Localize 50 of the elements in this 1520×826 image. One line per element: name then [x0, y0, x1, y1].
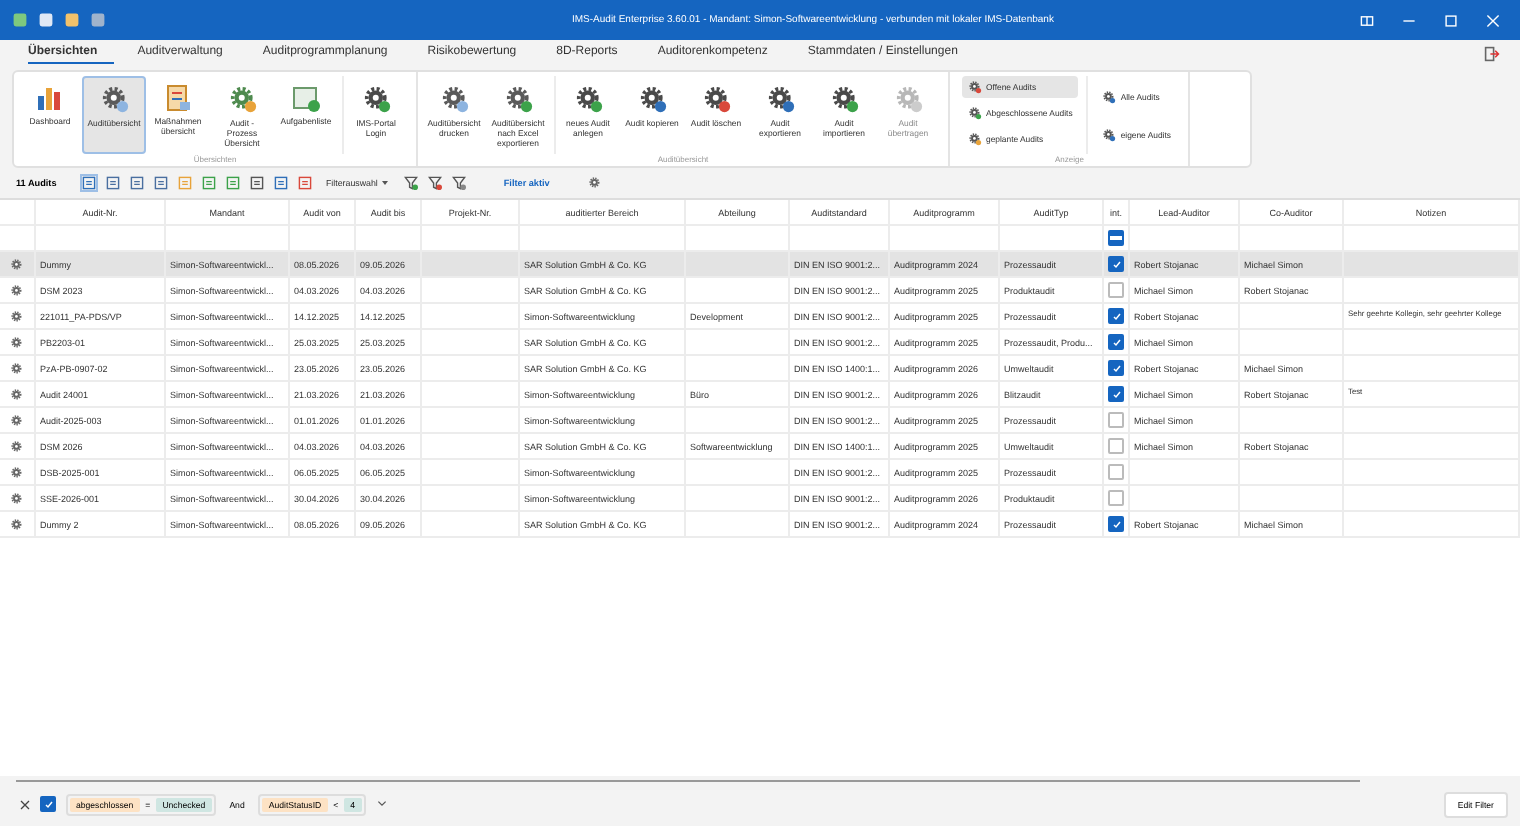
- close-icon[interactable]: [20, 799, 30, 809]
- checkbox[interactable]: [1108, 464, 1124, 480]
- gear-icon: [227, 84, 257, 114]
- checkbox[interactable]: [1108, 282, 1124, 298]
- caret-icon: [379, 177, 390, 187]
- bar-chart-icon: [36, 84, 64, 112]
- gear-icon: [701, 84, 731, 114]
- scroll-bar[interactable]: [16, 780, 1360, 782]
- toolbar-icon[interactable]: [106, 175, 120, 189]
- gear-icon: [893, 84, 923, 114]
- gear-icon: [573, 84, 603, 114]
- gear-icon: [361, 84, 391, 114]
- layout-icon[interactable]: [1360, 13, 1374, 27]
- maximize-icon[interactable]: [1444, 13, 1458, 27]
- exit-icon[interactable]: [1484, 45, 1500, 61]
- checkbox[interactable]: [1108, 334, 1124, 350]
- toolbar-icon[interactable]: [298, 175, 312, 189]
- clipboard-icon: [164, 84, 192, 112]
- checkbox[interactable]: [1108, 230, 1124, 246]
- toolbar-icon[interactable]: [154, 175, 168, 189]
- checkbox[interactable]: [1108, 490, 1124, 506]
- gear-icon: [439, 84, 469, 114]
- filter-icon[interactable]: [451, 175, 466, 189]
- checkbox[interactable]: [1108, 516, 1124, 532]
- filter-icon[interactable]: [427, 175, 442, 189]
- gear-icon: [1102, 89, 1117, 103]
- toolbar-icon[interactable]: [226, 175, 240, 189]
- gear-icon: [829, 84, 859, 114]
- checkbox[interactable]: [1108, 386, 1124, 402]
- checkbox[interactable]: [40, 796, 56, 812]
- toolbar-icon[interactable]: [130, 175, 144, 189]
- checkbox[interactable]: [1108, 308, 1124, 324]
- list-icon: [292, 84, 320, 112]
- toolbar-icon[interactable]: [82, 175, 96, 189]
- checkbox[interactable]: [1108, 256, 1124, 272]
- settings-icon[interactable]: [587, 175, 602, 189]
- gear-icon: [765, 84, 795, 114]
- chevron-down-icon[interactable]: [375, 798, 388, 810]
- checkbox[interactable]: [1108, 438, 1124, 454]
- toolbar-icon[interactable]: [202, 175, 216, 189]
- toolbar-icon[interactable]: [274, 175, 288, 189]
- table-row[interactable]: [0, 304, 1520, 330]
- gear-icon: [637, 84, 667, 114]
- toolbar-icon[interactable]: [250, 175, 264, 189]
- gear-icon: [1102, 127, 1117, 141]
- filter-icon[interactable]: [403, 175, 418, 189]
- gear-icon: [503, 84, 533, 114]
- checkbox[interactable]: [1108, 412, 1124, 428]
- checkbox[interactable]: [1108, 360, 1124, 376]
- gear-icon: [99, 84, 129, 114]
